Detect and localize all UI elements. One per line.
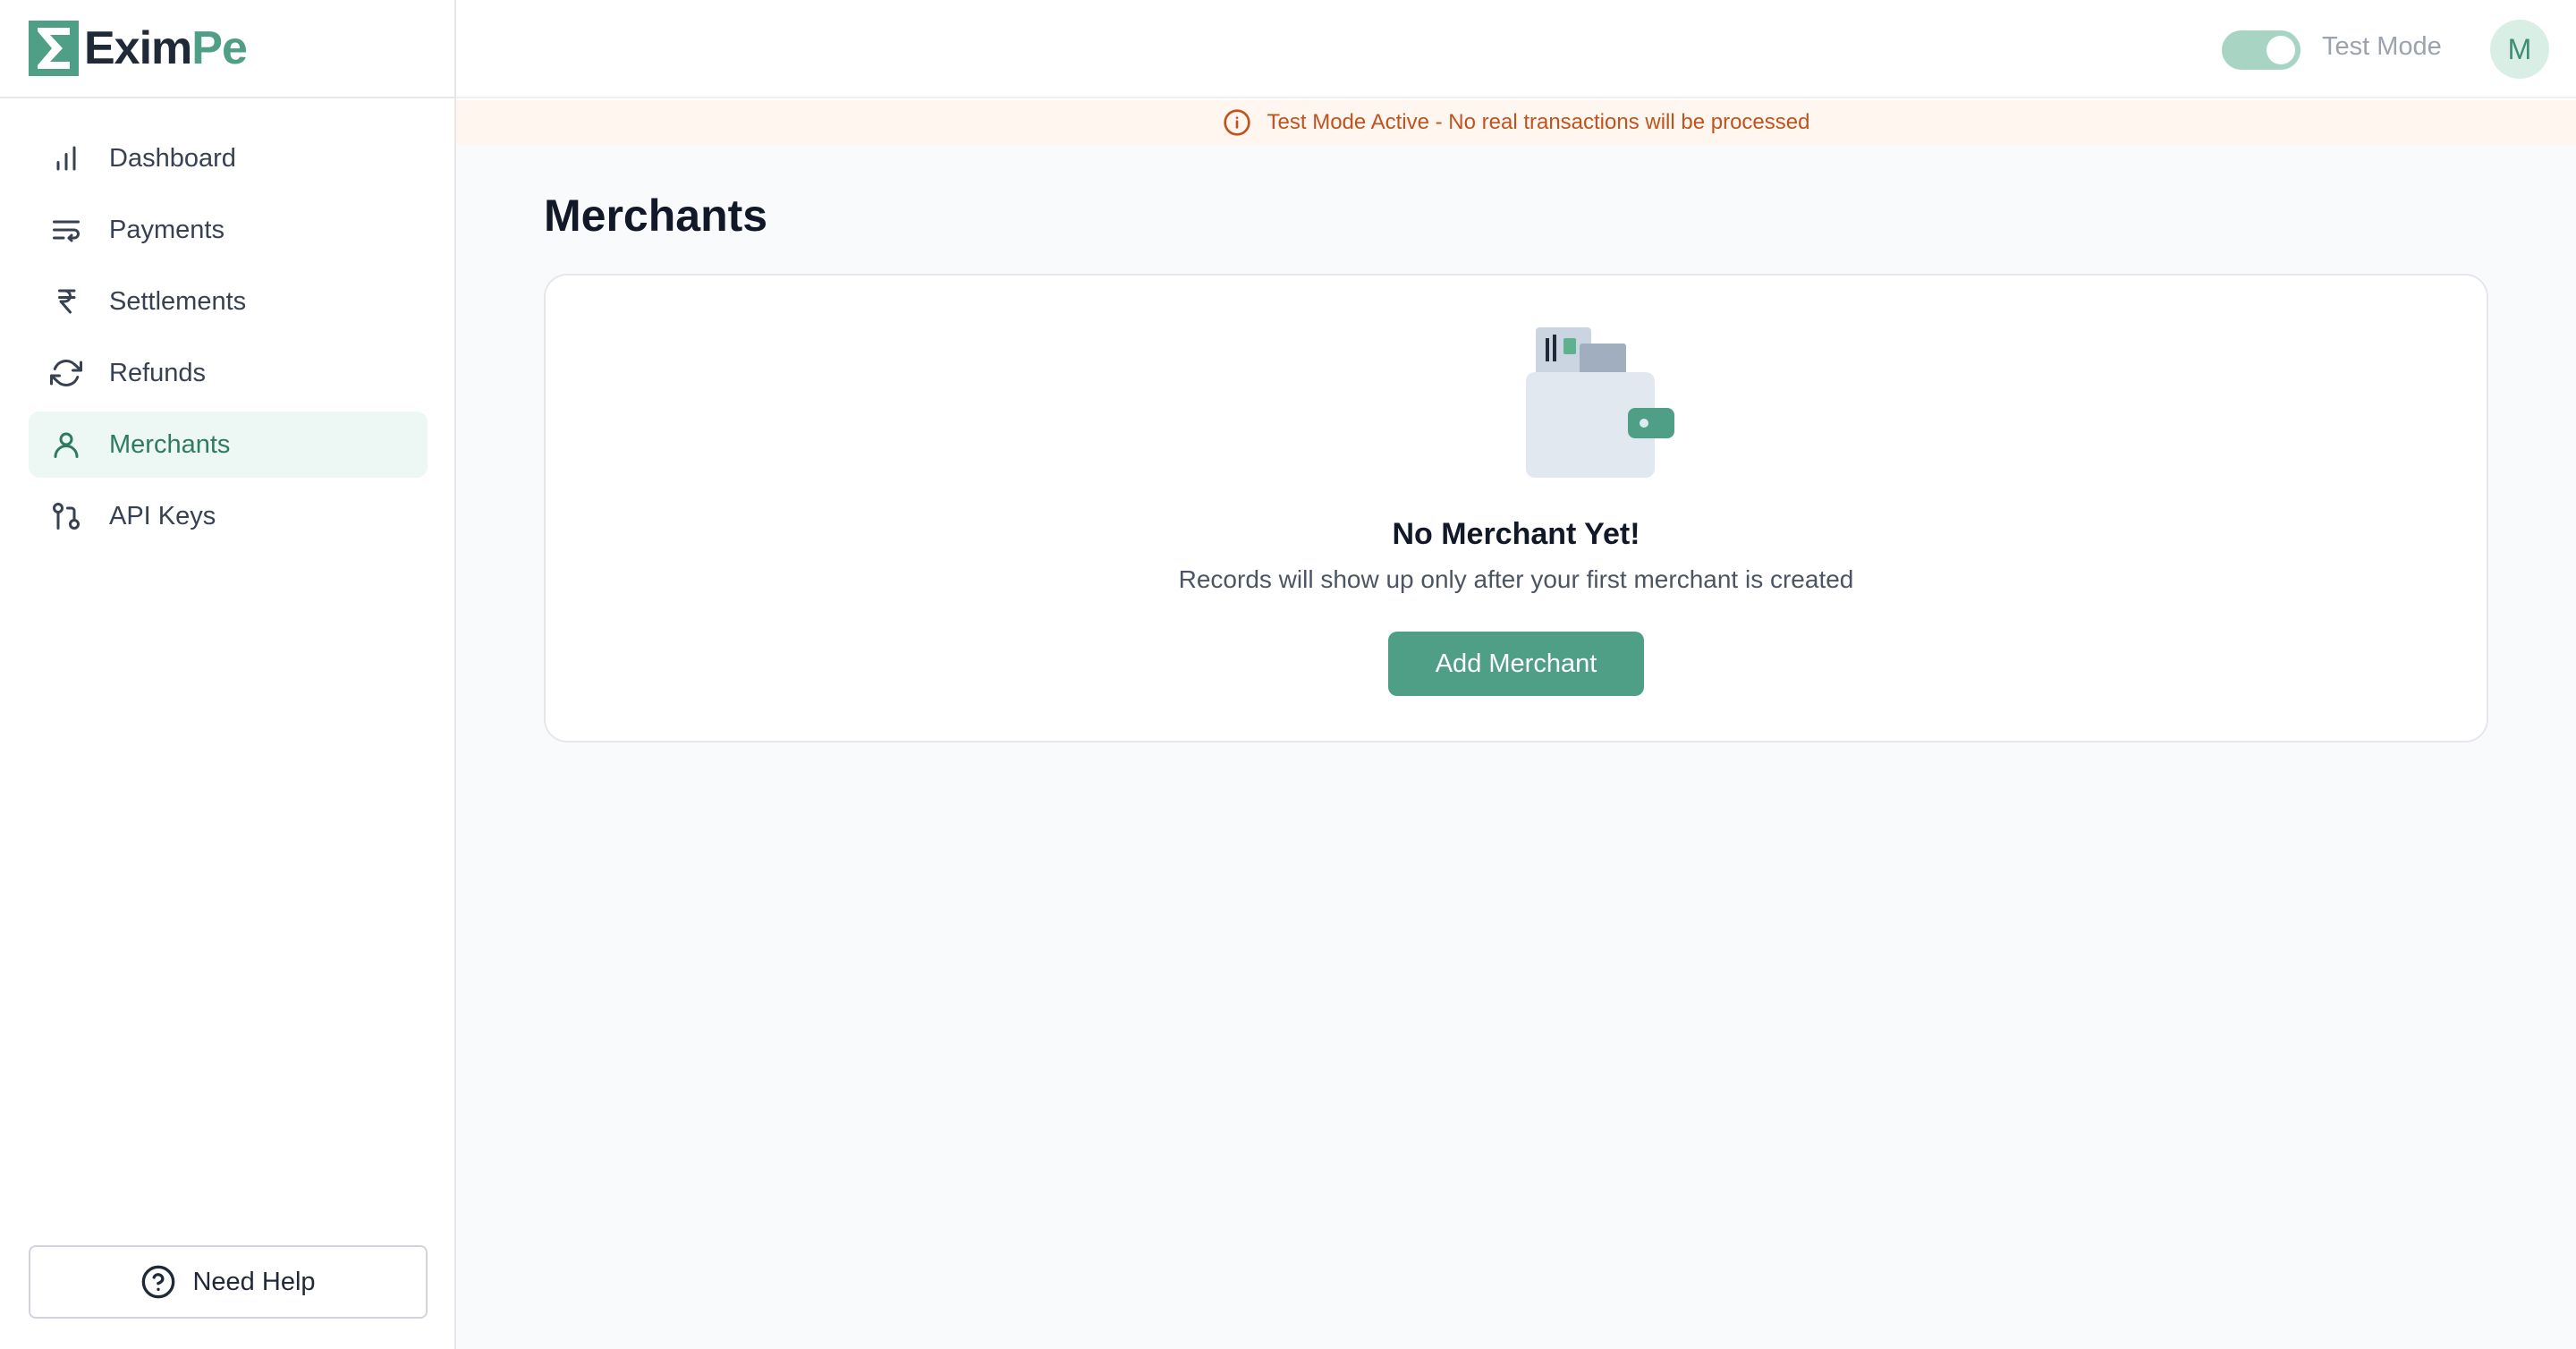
brand-name: EximPe — [84, 22, 248, 74]
banner-text: Test Mode Active - No real transactions … — [1267, 110, 1810, 134]
test-mode-label: Test Mode — [2322, 32, 2442, 61]
empty-state-title: No Merchant Yet! — [1392, 517, 1640, 551]
need-help-label: Need Help — [192, 1267, 316, 1296]
list-wrap-icon — [50, 214, 82, 246]
user-icon — [50, 428, 82, 461]
sidebar-item-dashboard[interactable]: Dashboard — [29, 125, 428, 191]
sidebar-item-payments[interactable]: Payments — [29, 197, 428, 263]
page-title: Merchants — [544, 191, 768, 241]
brand-name-part1: Exim — [84, 22, 192, 74]
sidebar-item-label: Dashboard — [109, 143, 236, 173]
sidebar-item-label: Merchants — [109, 429, 231, 459]
rupee-icon — [50, 285, 82, 318]
main-content: Merchants No Merchant Yet! Records will … — [456, 145, 2576, 1349]
git-pull-icon — [50, 500, 82, 532]
add-merchant-button[interactable]: Add Merchant — [1388, 632, 1644, 696]
sidebar-item-merchants[interactable]: Merchants — [29, 411, 428, 478]
empty-state-card: No Merchant Yet! Records will show up on… — [544, 274, 2488, 742]
need-help-button[interactable]: Need Help — [29, 1245, 428, 1319]
toggle-knob — [2267, 36, 2295, 64]
logo[interactable]: EximPe — [0, 0, 454, 98]
sidebar-item-label: API Keys — [109, 501, 216, 530]
refresh-icon — [50, 357, 82, 389]
test-mode-toggle[interactable] — [2222, 30, 2301, 70]
sidebar-item-label: Payments — [109, 215, 225, 244]
question-circle-icon — [142, 1265, 175, 1299]
test-mode-banner: Test Mode Active - No real transactions … — [456, 100, 2576, 145]
sidebar-item-settlements[interactable]: Settlements — [29, 268, 428, 335]
sidebar: EximPe Dashboard Payments Settlements Re… — [0, 0, 456, 1349]
bar-chart-icon — [50, 142, 82, 174]
sidebar-item-label: Settlements — [109, 286, 247, 316]
eximpe-logo-icon — [29, 21, 79, 76]
brand-name-part2: Pe — [191, 22, 248, 74]
info-circle-icon — [1223, 109, 1250, 136]
top-bar: Test Mode M — [456, 0, 2576, 98]
empty-state-subtitle: Records will show up only after your fir… — [1178, 565, 1854, 593]
wallet-illustration-icon — [1526, 327, 1674, 478]
avatar[interactable]: M — [2490, 20, 2549, 79]
sidebar-nav: Dashboard Payments Settlements Refunds M… — [29, 125, 428, 555]
sidebar-item-api-keys[interactable]: API Keys — [29, 483, 428, 549]
sidebar-item-refunds[interactable]: Refunds — [29, 340, 428, 406]
sidebar-item-label: Refunds — [109, 358, 207, 387]
